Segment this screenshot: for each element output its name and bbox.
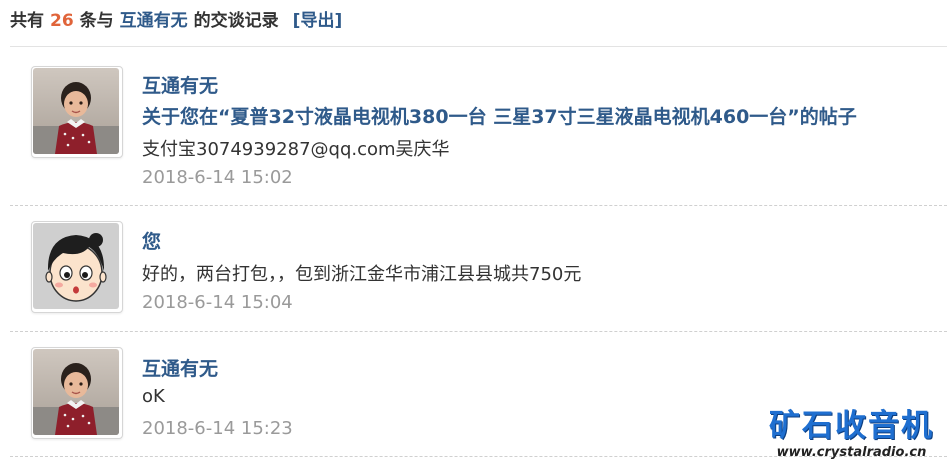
message-text: oK (142, 386, 165, 407)
child-photo-avatar (33, 349, 119, 435)
export-link[interactable]: [导出] (293, 11, 343, 31)
post-title-link[interactable]: 关于您在“夏普32寸液晶电视机380一台 三星37寸三星液晶电视机460一台”的… (142, 102, 857, 129)
message-text: 支付宝3074939287@qq.com吴庆华 (142, 139, 450, 160)
watermark-url: www.crystalradio.cn (776, 445, 927, 460)
sender-name[interactable]: 互通有无 (142, 354, 218, 381)
conversation-summary: 共有 26 条与 互通有无 的交谈记录 [导出] (10, 7, 342, 35)
site-watermark: 矿石收音机 www.crystalradio.cn (764, 408, 939, 462)
sender-name[interactable]: 互通有无 (142, 71, 218, 98)
watermark-title: 矿石收音机 (769, 408, 934, 444)
message-item: 您 好的，两台打包，，包到浙江金华市浦江县县城共750元 2018-6-14 1… (10, 206, 947, 332)
message-timestamp: 2018-6-14 15:04 (142, 292, 293, 313)
summary-suffix: 的交谈记录 (193, 11, 279, 31)
message-item: 互通有无 关于您在“夏普32寸液晶电视机380一台 三星37寸三星液晶电视机46… (10, 47, 947, 206)
message-timestamp: 2018-6-14 15:23 (142, 418, 293, 439)
message-count: 26 (50, 11, 74, 31)
sender-name[interactable]: 您 (142, 227, 161, 254)
summary-prefix: 共有 (10, 11, 44, 31)
message-text: 好的，两台打包，，包到浙江金华市浦江县县城共750元 (142, 264, 582, 285)
avatar[interactable] (31, 347, 123, 439)
conversation-partner-name: 互通有无 (119, 11, 188, 31)
summary-middle: 条与 (79, 11, 114, 31)
cartoon-face-avatar (33, 223, 119, 309)
child-photo-avatar (33, 68, 119, 154)
avatar[interactable] (31, 221, 123, 313)
message-timestamp: 2018-6-14 15:02 (142, 167, 293, 188)
avatar[interactable] (31, 66, 123, 158)
